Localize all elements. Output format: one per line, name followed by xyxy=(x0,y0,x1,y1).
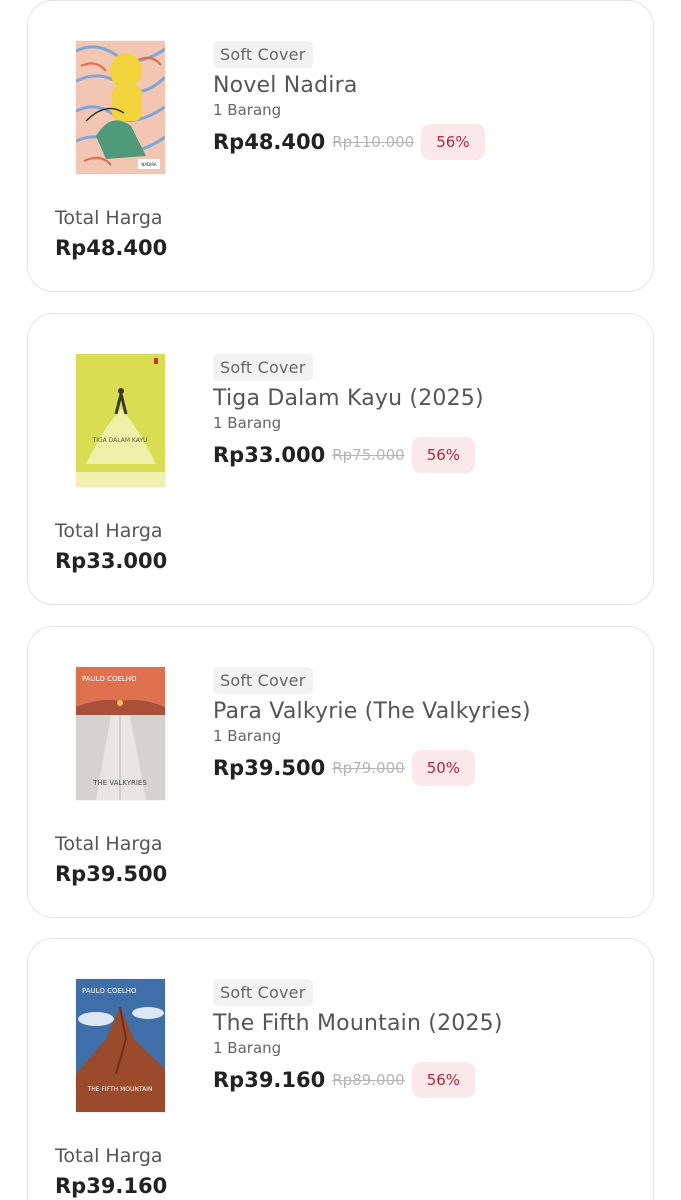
item-quantity: 1 Barang xyxy=(213,727,282,745)
item-info: Soft Cover The Fifth Mountain (2025) 1 B… xyxy=(213,979,633,1098)
price-row: Rp39.500 Rp79.000 50% xyxy=(213,750,633,786)
order-item-list: NADIRA Soft Cover Novel Nadira 1 Barang … xyxy=(0,0,681,1200)
discount-badge: 50% xyxy=(411,750,476,786)
item-info: Soft Cover Tiga Dalam Kayu (2025) 1 Bara… xyxy=(213,354,633,473)
price-row: Rp39.160 Rp89.000 56% xyxy=(213,1062,633,1098)
order-item-card[interactable]: PAULO COELHO THE VALKYRIES Soft Cover Pa… xyxy=(27,626,654,918)
book-cover-image[interactable]: PAULO COELHO THE VALKYRIES xyxy=(76,667,165,800)
discounted-price: Rp39.160 xyxy=(213,1068,326,1092)
book-cover-image[interactable]: NADIRA xyxy=(76,41,165,174)
format-badge: Soft Cover xyxy=(213,979,313,1006)
cover-text: TIGA DALAM KAYU xyxy=(92,437,148,444)
discount-badge: 56% xyxy=(411,1062,476,1098)
cover-author: PAULO COELHO xyxy=(82,987,137,995)
cover-text: NADIRA xyxy=(141,162,157,167)
cover-text: THE VALKYRIES xyxy=(92,779,147,787)
total-label: Total Harga xyxy=(55,520,163,542)
price-row: Rp48.400 Rp110.000 56% xyxy=(213,124,633,160)
discount-badge: 56% xyxy=(411,437,476,473)
item-info: Soft Cover Para Valkyrie (The Valkyries)… xyxy=(213,667,633,786)
discount-badge: 56% xyxy=(421,124,485,160)
item-quantity: 1 Barang xyxy=(213,414,282,432)
discounted-price: Rp48.400 xyxy=(213,130,326,154)
original-price: Rp75.000 xyxy=(332,446,405,464)
item-quantity: 1 Barang xyxy=(213,1039,282,1057)
original-price: Rp79.000 xyxy=(332,759,405,777)
price-row: Rp33.000 Rp75.000 56% xyxy=(213,437,633,473)
discounted-price: Rp33.000 xyxy=(213,443,326,467)
total-value: Rp33.000 xyxy=(55,549,168,573)
order-item-card[interactable]: TIGA DALAM KAYU Soft Cover Tiga Dalam Ka… xyxy=(27,313,654,605)
order-item-card[interactable]: NADIRA Soft Cover Novel Nadira 1 Barang … xyxy=(27,0,654,292)
discounted-price: Rp39.500 xyxy=(213,756,326,780)
original-price: Rp110.000 xyxy=(332,133,415,151)
cover-text: THE FIFTH MOUNTAIN xyxy=(87,1086,153,1093)
book-cover-image[interactable]: TIGA DALAM KAYU xyxy=(76,354,165,487)
format-badge: Soft Cover xyxy=(213,354,313,381)
format-badge: Soft Cover xyxy=(213,667,313,694)
item-info: Soft Cover Novel Nadira 1 Barang Rp48.40… xyxy=(213,41,633,160)
format-badge: Soft Cover xyxy=(213,41,313,68)
total-value: Rp39.160 xyxy=(55,1174,168,1198)
item-quantity: 1 Barang xyxy=(213,101,282,119)
total-value: Rp39.500 xyxy=(55,862,168,886)
total-value: Rp48.400 xyxy=(55,236,168,260)
book-title[interactable]: The Fifth Mountain (2025) xyxy=(213,1011,633,1036)
original-price: Rp89.000 xyxy=(332,1071,405,1089)
order-item-card[interactable]: PAULO COELHO THE FIFTH MOUNTAIN Soft Cov… xyxy=(27,938,654,1200)
book-title[interactable]: Para Valkyrie (The Valkyries) xyxy=(213,699,633,724)
total-label: Total Harga xyxy=(55,207,163,229)
total-label: Total Harga xyxy=(55,1145,163,1167)
book-title[interactable]: Tiga Dalam Kayu (2025) xyxy=(213,386,633,411)
total-label: Total Harga xyxy=(55,833,163,855)
cover-author: PAULO COELHO xyxy=(82,675,137,683)
book-cover-image[interactable]: PAULO COELHO THE FIFTH MOUNTAIN xyxy=(76,979,165,1112)
book-title[interactable]: Novel Nadira xyxy=(213,73,633,98)
